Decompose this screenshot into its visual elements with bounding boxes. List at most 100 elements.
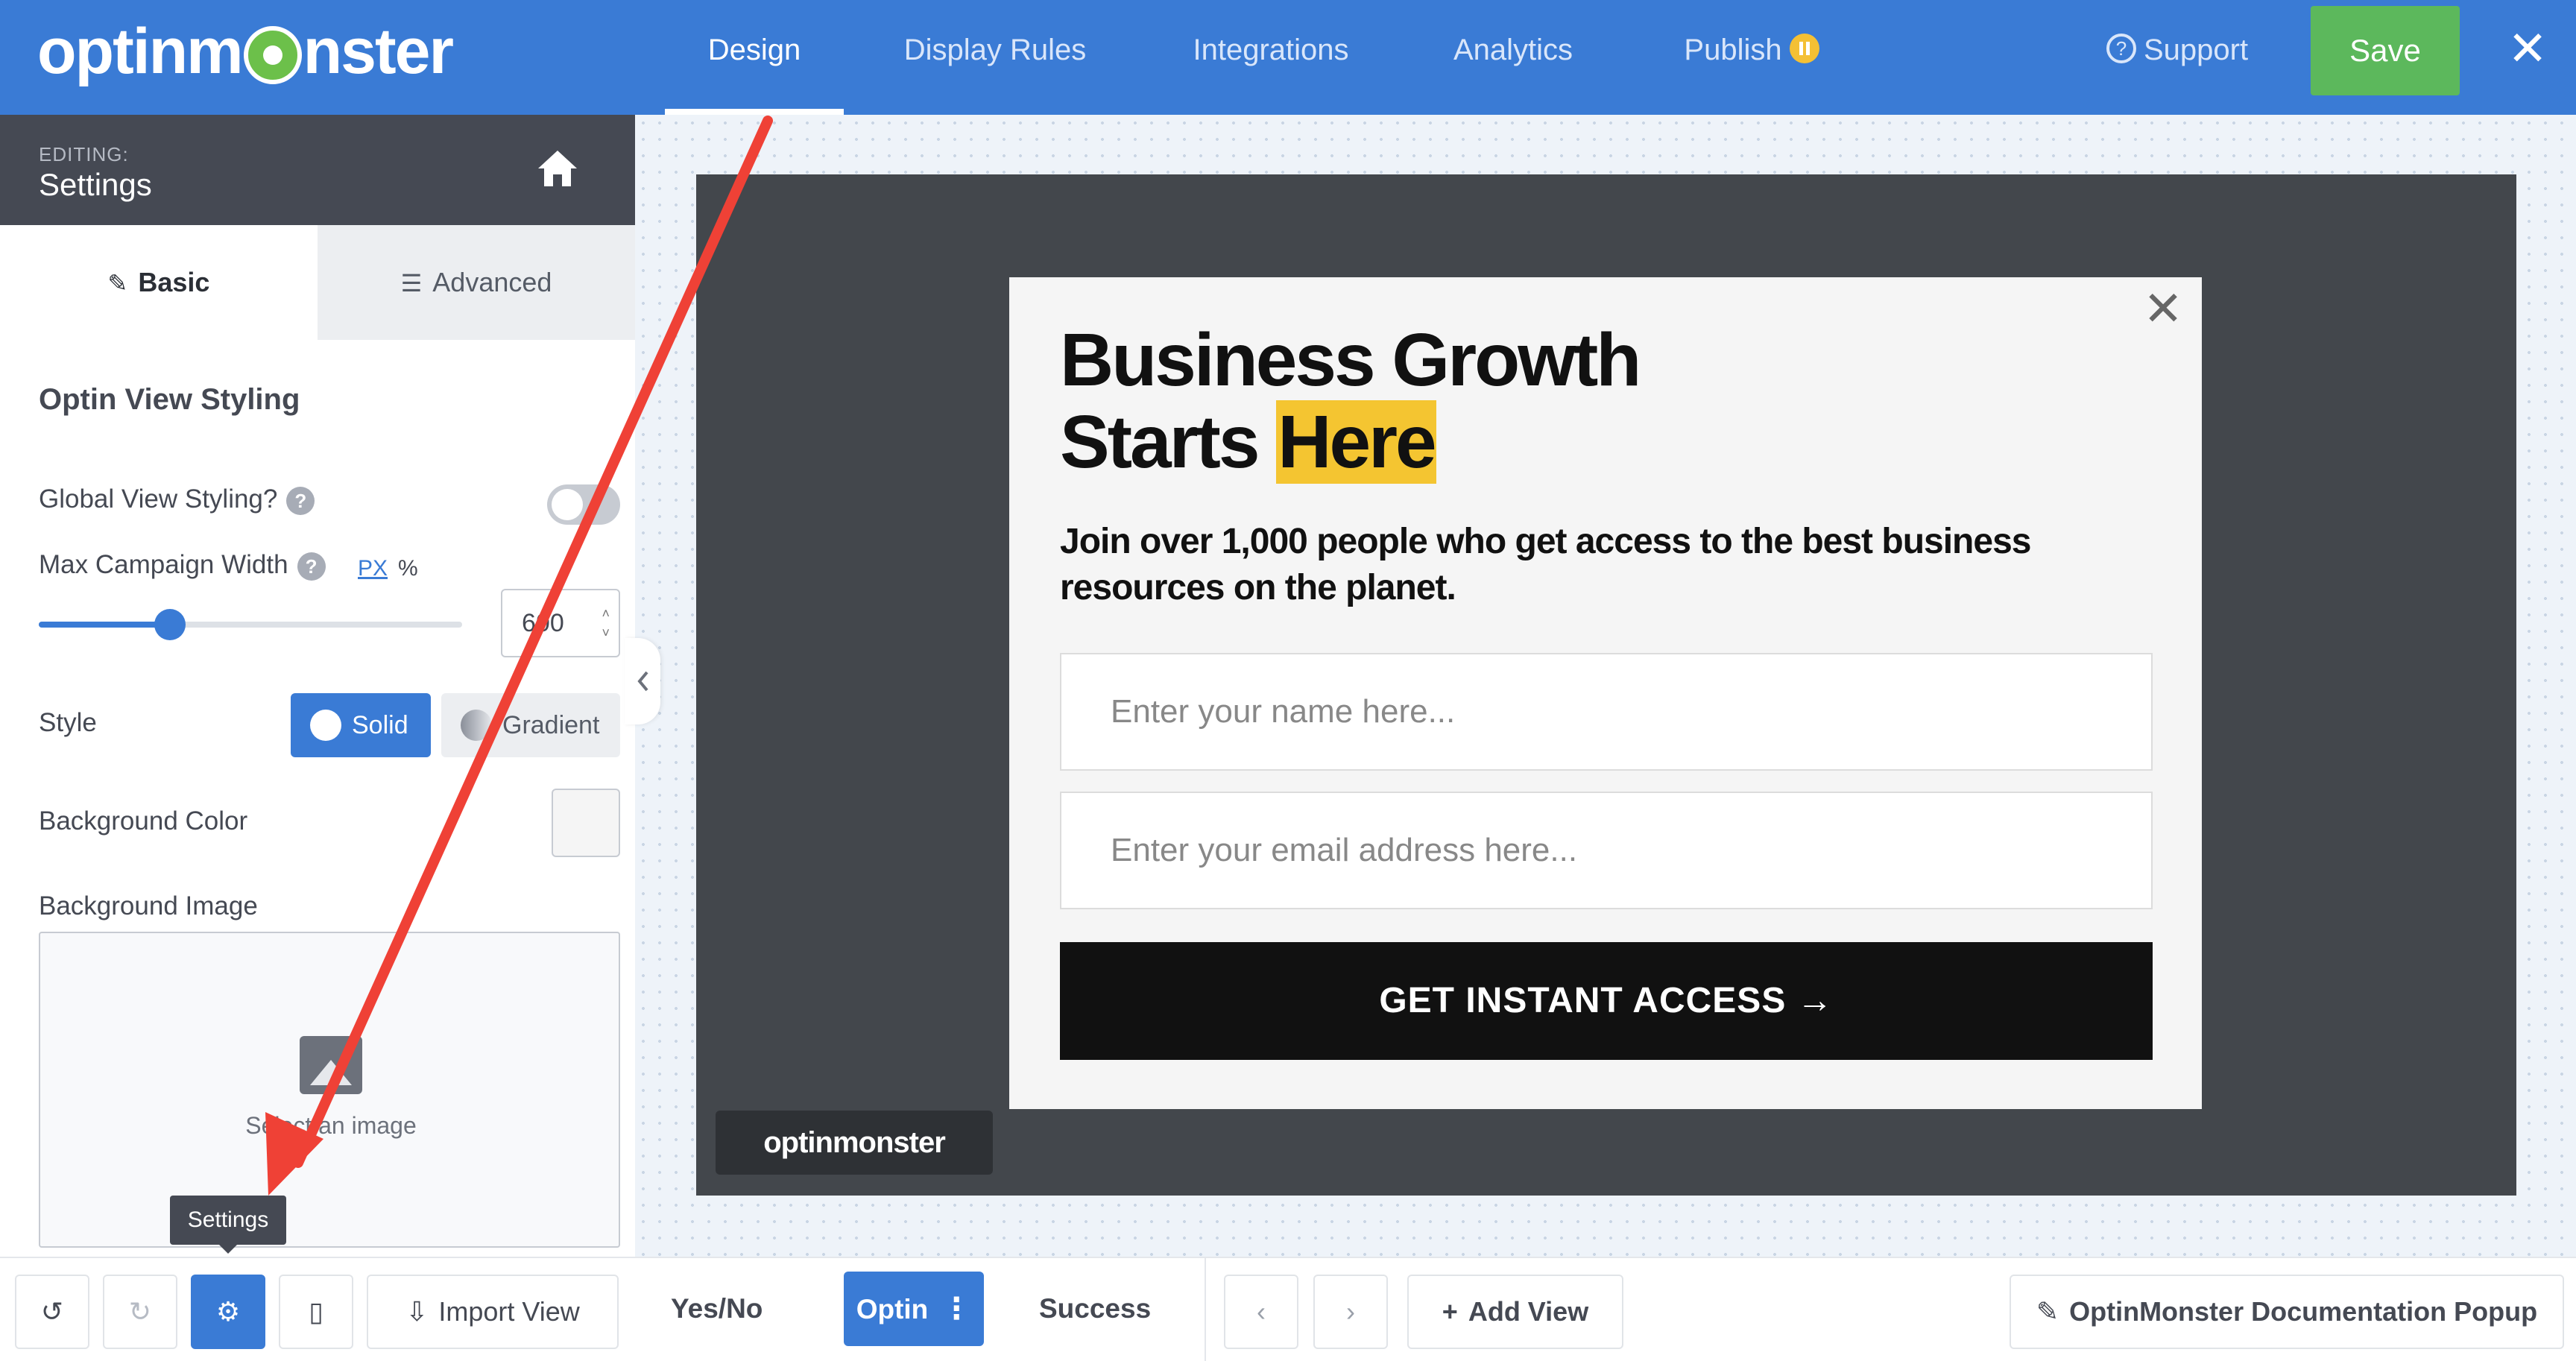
- max-width-value: 600: [522, 609, 564, 637]
- max-width-row: Max Campaign Width?: [39, 550, 326, 581]
- tab-advanced-label: Advanced: [432, 267, 552, 297]
- pause-icon: [1789, 34, 1819, 64]
- cta-button[interactable]: GET INSTANT ACCESS →: [1060, 942, 2153, 1060]
- settings-tooltip: Settings: [170, 1196, 286, 1254]
- logo-text-right: nster: [303, 16, 454, 87]
- toggle-knob: [552, 489, 583, 520]
- chevron-right-icon: ›: [1346, 1296, 1355, 1327]
- style-label: Style: [39, 708, 97, 737]
- undo-button[interactable]: ↺: [15, 1275, 89, 1349]
- sliders-icon: ☰: [400, 270, 423, 297]
- save-button[interactable]: Save: [2311, 6, 2460, 95]
- style-solid-option[interactable]: Solid: [291, 693, 431, 757]
- headline-highlight: Here: [1276, 400, 1437, 484]
- top-navigation-bar: optinm nster Design Display Rules Integra…: [0, 0, 2576, 115]
- mobile-icon: ▯: [309, 1296, 323, 1327]
- plus-icon: +: [1442, 1296, 1458, 1327]
- view-bar: Yes/No⋮ Optin⋮ Success⋮ ‹ › +Add View ✎O…: [635, 1257, 2576, 1361]
- background-image-picker[interactable]: Select an image: [39, 932, 620, 1248]
- add-view-label: Add View: [1468, 1296, 1589, 1327]
- tab-advanced[interactable]: ☰ Advanced: [318, 225, 635, 340]
- previous-view-button[interactable]: ‹: [1224, 1275, 1298, 1349]
- question-circle-icon: ?: [2106, 34, 2136, 64]
- select-image-label: Select an image: [245, 1112, 417, 1139]
- help-icon[interactable]: ?: [297, 552, 326, 581]
- email-field[interactable]: Enter your email address here...: [1060, 792, 2153, 909]
- campaign-name-label: OptinMonster Documentation Popup: [2069, 1296, 2538, 1327]
- logo-text-left: optinm: [37, 16, 244, 87]
- add-view-button[interactable]: + Add View: [1407, 1275, 1623, 1349]
- redo-button[interactable]: ↻: [103, 1275, 177, 1349]
- pencil-icon: ✎: [2036, 1296, 2059, 1327]
- popup-headline[interactable]: Business Growth Starts Here: [1060, 319, 1641, 484]
- import-view-button[interactable]: ⇩ Import View: [367, 1275, 619, 1349]
- undo-icon: ↺: [40, 1296, 64, 1327]
- next-view-button[interactable]: ›: [1313, 1275, 1388, 1349]
- gear-icon: ⚙: [215, 1296, 241, 1327]
- max-width-slider[interactable]: [39, 609, 462, 640]
- view-optin[interactable]: Optin ⋮: [844, 1272, 984, 1346]
- optinmonster-badge[interactable]: optinmonster: [716, 1111, 993, 1175]
- divider: [1205, 1258, 1206, 1361]
- tab-display-rules-label: Display Rules: [903, 34, 1087, 66]
- max-width-label: Max Campaign Width: [39, 550, 288, 579]
- help-icon[interactable]: ?: [286, 486, 315, 515]
- tab-publish[interactable]: Publish: [1662, 0, 1841, 115]
- tab-integrations[interactable]: Integrations: [1178, 0, 1364, 115]
- tab-design-label: Design: [707, 34, 801, 66]
- kebab-icon[interactable]: ⋮: [941, 1272, 971, 1346]
- optinmonster-logo[interactable]: optinm nster: [37, 15, 454, 89]
- view-yes-no-label: Yes/No: [671, 1293, 763, 1324]
- tab-basic-label: Basic: [138, 267, 210, 297]
- tab-analytics[interactable]: Analytics: [1439, 0, 1588, 115]
- import-view-label: Import View: [438, 1296, 580, 1327]
- gradient-dot-icon: [461, 710, 492, 741]
- mobile-preview-button[interactable]: ▯: [279, 1275, 353, 1349]
- background-color-label: Background Color: [39, 806, 248, 836]
- editing-title: Settings: [39, 167, 152, 202]
- global-view-styling-label: Global View Styling?: [39, 484, 278, 514]
- redo-icon: ↻: [128, 1296, 152, 1327]
- name-field[interactable]: Enter your name here...: [1060, 653, 2153, 771]
- tab-publish-label: Publish: [1684, 34, 1782, 66]
- import-icon: ⇩: [405, 1296, 429, 1327]
- editing-header: EDITING: Settings: [0, 115, 635, 225]
- section-title: Optin View Styling: [39, 383, 300, 416]
- chevron-left-icon: ‹: [1257, 1296, 1266, 1327]
- style-solid-label: Solid: [352, 711, 408, 739]
- image-icon: [300, 1036, 362, 1094]
- slider-handle[interactable]: [154, 609, 186, 640]
- view-yes-no[interactable]: Yes/No⋮: [671, 1272, 805, 1346]
- collapse-sidebar-handle[interactable]: [625, 638, 660, 724]
- unit-px-toggle[interactable]: PX: [358, 556, 388, 581]
- campaign-name-button[interactable]: ✎ OptinMonster Documentation Popup: [2010, 1275, 2564, 1349]
- tab-design[interactable]: Design: [665, 0, 844, 115]
- kebab-icon[interactable]: ⋮: [1052, 1346, 1082, 1361]
- popup-subheadline[interactable]: Join over 1,000 people who get access to…: [1060, 519, 2103, 611]
- support-link[interactable]: ? Support: [2106, 0, 2248, 100]
- support-label: Support: [2144, 34, 2249, 66]
- max-width-input[interactable]: 600 ˄ ˅: [501, 589, 620, 657]
- background-image-label: Background Image: [39, 891, 258, 921]
- settings-sidebar: EDITING: Settings ✎ Basic ☰ Advanced Optin…: [0, 115, 635, 1361]
- close-icon[interactable]: ✕: [2501, 22, 2554, 75]
- popup-close-icon[interactable]: ✕: [2138, 283, 2188, 334]
- tab-basic[interactable]: ✎ Basic: [0, 225, 318, 340]
- kebab-icon[interactable]: ⋮: [684, 1346, 714, 1361]
- view-optin-label: Optin: [856, 1294, 929, 1324]
- tab-integrations-label: Integrations: [1193, 34, 1349, 66]
- slider-fill: [39, 622, 171, 628]
- pencil-icon: ✎: [107, 270, 128, 297]
- optin-popup: ✕ Business Growth Starts Here Join over …: [1009, 277, 2202, 1109]
- style-gradient-option[interactable]: Gradient: [441, 693, 620, 757]
- home-icon[interactable]: [537, 149, 578, 188]
- stepper-arrows-icon[interactable]: ˄ ˅: [602, 604, 610, 642]
- settings-button[interactable]: ⚙: [191, 1275, 265, 1349]
- chevron-left-icon: [637, 671, 648, 692]
- global-view-styling-toggle[interactable]: [547, 484, 620, 525]
- view-success[interactable]: Success⋮: [1039, 1272, 1188, 1346]
- unit-percent-toggle[interactable]: %: [398, 556, 418, 581]
- sidebar-toolbar: ↺ ↻ ⚙ ▯ ⇩ Import View: [0, 1257, 635, 1361]
- tab-display-rules[interactable]: Display Rules: [887, 0, 1103, 115]
- background-color-swatch[interactable]: [552, 789, 620, 857]
